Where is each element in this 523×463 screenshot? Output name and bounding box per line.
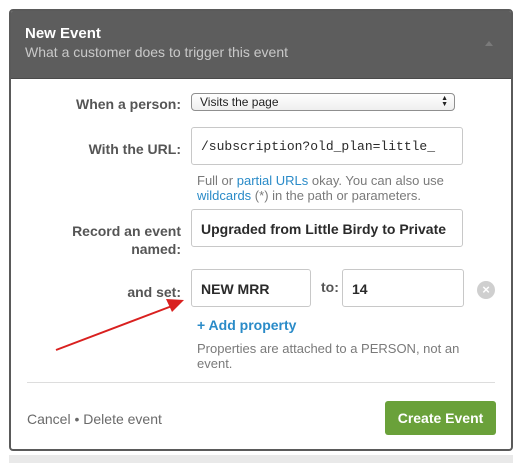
- wildcards-link[interactable]: wildcards: [197, 188, 251, 203]
- trigger-select-value: Visits the page: [200, 95, 279, 109]
- when-label: When a person:: [75, 96, 181, 112]
- partial-urls-link[interactable]: partial URLs: [237, 173, 309, 188]
- cancel-link[interactable]: Cancel: [27, 411, 71, 427]
- url-input-value: /subscription?old_plan=little_: [201, 139, 436, 154]
- url-help-text: Full or: [197, 173, 237, 188]
- caret-up-icon[interactable]: [485, 41, 493, 46]
- panel-header[interactable]: New Event What a customer does to trigge…: [11, 11, 511, 79]
- url-help-text: (*) in the path or parameters.: [251, 188, 421, 203]
- event-name-input[interactable]: Upgraded from Little Birdy to Private: [191, 209, 463, 247]
- trigger-select[interactable]: Visits the page ▲ ▼: [191, 93, 455, 111]
- set-label: and set:: [127, 284, 181, 300]
- bottom-strip: [9, 455, 513, 463]
- event-name-value: Upgraded from Little Birdy to Private: [201, 221, 447, 237]
- url-input[interactable]: /subscription?old_plan=little_: [191, 127, 463, 165]
- properties-help: Properties are attached to a PERSON, not…: [197, 341, 459, 371]
- add-property-link[interactable]: + Add property: [197, 317, 296, 333]
- new-event-panel: New Event What a customer does to trigge…: [9, 9, 513, 451]
- record-label: Record an event named:: [72, 222, 181, 258]
- to-label: to:: [321, 279, 339, 295]
- url-help-text: okay. You can also use: [308, 173, 444, 188]
- footer-separator: •: [74, 411, 80, 427]
- url-help: Full or partial URLs okay. You can also …: [197, 173, 444, 203]
- property-value-value: 14: [352, 281, 368, 297]
- panel-subtitle: What a customer does to trigger this eve…: [25, 44, 289, 60]
- url-label: With the URL:: [88, 141, 181, 157]
- property-name-value: NEW MRR: [201, 281, 270, 297]
- panel-title: New Event: [25, 25, 101, 42]
- properties-help-line1: Properties are attached to a PERSON, not…: [197, 341, 460, 356]
- delete-event-link[interactable]: Delete event: [83, 411, 162, 427]
- property-value-input[interactable]: 14: [342, 269, 464, 307]
- property-name-input[interactable]: NEW MRR: [191, 269, 311, 307]
- create-event-button[interactable]: Create Event: [385, 401, 496, 435]
- footer-divider: [27, 382, 495, 383]
- record-label-line1: Record an event: [72, 223, 181, 239]
- remove-circle-icon[interactable]: ×: [477, 281, 495, 299]
- footer-links: Cancel • Delete event: [27, 411, 162, 427]
- updown-arrows-icon: ▲ ▼: [441, 95, 448, 108]
- properties-help-line2: event.: [197, 356, 233, 371]
- record-label-line2: named:: [131, 241, 181, 257]
